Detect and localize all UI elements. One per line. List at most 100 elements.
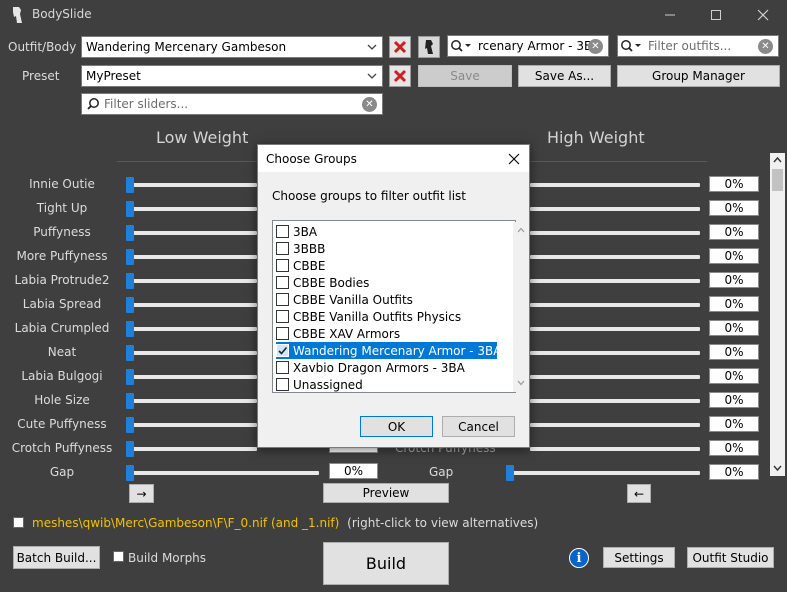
low-weight-slider-thumb[interactable] [126,321,134,337]
save-button[interactable]: Save [418,65,512,87]
high-weight-slider-track[interactable] [530,207,700,211]
high-weight-slider-track[interactable] [530,351,700,355]
high-weight-value[interactable]: 0% [709,344,759,360]
low-weight-slider-track[interactable] [129,183,257,187]
outfit-filter-input[interactable]: Filter outfits... ✕ [617,35,779,57]
copy-right-button[interactable]: → [129,484,154,503]
scroll-down-icon[interactable] [517,380,525,386]
group-item[interactable]: Wandering Mercenary Armor - 3BA [276,342,502,359]
low-weight-slider-thumb[interactable] [126,249,134,265]
outfit-body-select[interactable]: Wandering Mercenary Gambeson [81,36,383,58]
low-weight-slider-track[interactable] [129,303,257,307]
low-weight-slider-track[interactable] [129,375,257,379]
group-manager-button[interactable]: Group Manager [617,65,780,87]
group-item[interactable]: 3BA [276,223,497,240]
high-weight-slider-thumb[interactable] [506,465,514,481]
high-weight-slider-track[interactable] [530,183,700,187]
build-morphs-checkbox[interactable] [113,551,124,562]
group-checkbox[interactable] [276,225,289,238]
high-weight-slider-track[interactable] [530,255,700,259]
low-weight-slider-track[interactable] [129,327,257,331]
low-weight-slider-thumb[interactable] [126,201,134,217]
high-weight-value[interactable]: 0% [709,464,759,480]
minimize-button[interactable] [647,0,693,30]
high-weight-value[interactable]: 0% [709,416,759,432]
high-weight-value[interactable]: 0% [709,224,759,240]
slider-filter-input[interactable]: Filter sliders... ✕ [81,93,383,115]
group-checkbox[interactable] [276,259,289,272]
batch-build-button[interactable]: Batch Build... [13,546,100,569]
scroll-down-icon[interactable] [773,465,782,472]
group-filter-input[interactable]: rcenary Armor - 3BA ✕ [447,35,609,57]
high-weight-value[interactable]: 0% [709,296,759,312]
low-weight-slider-track[interactable] [129,255,257,259]
low-weight-slider-thumb[interactable] [126,297,134,313]
high-weight-slider-track[interactable] [530,279,700,283]
ok-button[interactable]: OK [360,416,433,437]
low-weight-slider-track[interactable] [129,351,257,355]
high-weight-slider-track[interactable] [530,375,700,379]
group-list-scrollbar[interactable] [513,222,529,392]
group-checkbox[interactable] [276,327,289,340]
group-item[interactable]: CBBE Vanilla Outfits [276,291,497,308]
group-checkbox[interactable] [276,378,289,391]
low-weight-slider-thumb[interactable] [126,345,134,361]
clear-icon[interactable]: ✕ [588,39,603,54]
low-weight-slider-thumb[interactable] [126,369,134,385]
build-button[interactable]: Build [323,542,449,585]
group-checklist[interactable]: 3BA 3BBB CBBE CBBE Bodies CBBE Vanilla Outfi… [272,220,529,393]
low-weight-slider-thumb[interactable] [126,177,134,193]
high-weight-slider-track[interactable] [530,423,700,427]
high-weight-slider-track[interactable] [509,471,700,475]
low-weight-slider-track[interactable] [129,471,319,475]
group-checkbox[interactable] [276,276,289,289]
group-checkbox[interactable] [276,361,289,374]
save-as-button[interactable]: Save As... [518,65,611,87]
group-checkbox[interactable] [276,310,289,323]
copy-left-button[interactable]: ← [627,484,651,503]
nif-path[interactable]: meshes\qwib\Merc\Gambeson\F\F_0.nif (and… [32,516,538,530]
group-item[interactable]: CBBE XAV Armors [276,325,497,342]
high-weight-value[interactable]: 0% [709,320,759,336]
high-weight-value[interactable]: 0% [709,392,759,408]
high-weight-value[interactable]: 0% [709,248,759,264]
maximize-button[interactable] [693,0,739,30]
high-weight-slider-track[interactable] [530,231,700,235]
low-weight-slider-track[interactable] [129,399,257,403]
group-checkbox[interactable] [276,344,289,357]
high-weight-value[interactable]: 0% [709,272,759,288]
low-weight-slider-thumb[interactable] [126,225,134,241]
high-weight-value[interactable]: 0% [709,200,759,216]
low-weight-slider-thumb[interactable] [126,465,134,481]
group-item[interactable]: CBBE Bodies [276,274,497,291]
slider-scroll-thumb[interactable] [772,169,783,191]
high-weight-slider-track[interactable] [530,327,700,331]
nif-path-text[interactable]: meshes\qwib\Merc\Gambeson\F\F_0.nif (and… [32,516,339,530]
low-weight-slider-track[interactable] [129,207,257,211]
low-weight-slider-thumb[interactable] [126,273,134,289]
cancel-button[interactable]: Cancel [442,416,515,437]
group-checkbox[interactable] [276,293,289,306]
high-weight-value[interactable]: 0% [709,368,759,384]
nif-checkbox[interactable] [13,517,24,528]
outfit-studio-button[interactable]: Outfit Studio [687,547,774,568]
high-weight-slider-track[interactable] [530,447,700,451]
delete-preset-button[interactable] [389,65,411,87]
clear-icon[interactable]: ✕ [362,97,377,112]
group-item[interactable]: CBBE [276,257,497,274]
group-item[interactable]: 3BBB [276,240,497,257]
group-item[interactable]: Xavbio Dragon Armors - 3BA [276,359,497,376]
dialog-close-button[interactable] [504,149,524,169]
preset-select[interactable]: MyPreset [81,65,383,87]
scroll-up-icon[interactable] [517,227,525,233]
low-weight-slider-track[interactable] [129,423,257,427]
group-item[interactable]: CBBE Vanilla Outfits Physics [276,308,497,325]
low-weight-slider-thumb[interactable] [126,417,134,433]
close-window-button[interactable] [740,0,786,30]
delete-outfit-button[interactable] [389,36,411,58]
low-weight-slider-track[interactable] [129,231,257,235]
group-item[interactable]: Unassigned [276,376,497,393]
low-weight-slider-thumb[interactable] [126,393,134,409]
high-weight-value[interactable]: 0% [709,440,759,456]
high-weight-slider-track[interactable] [530,303,700,307]
